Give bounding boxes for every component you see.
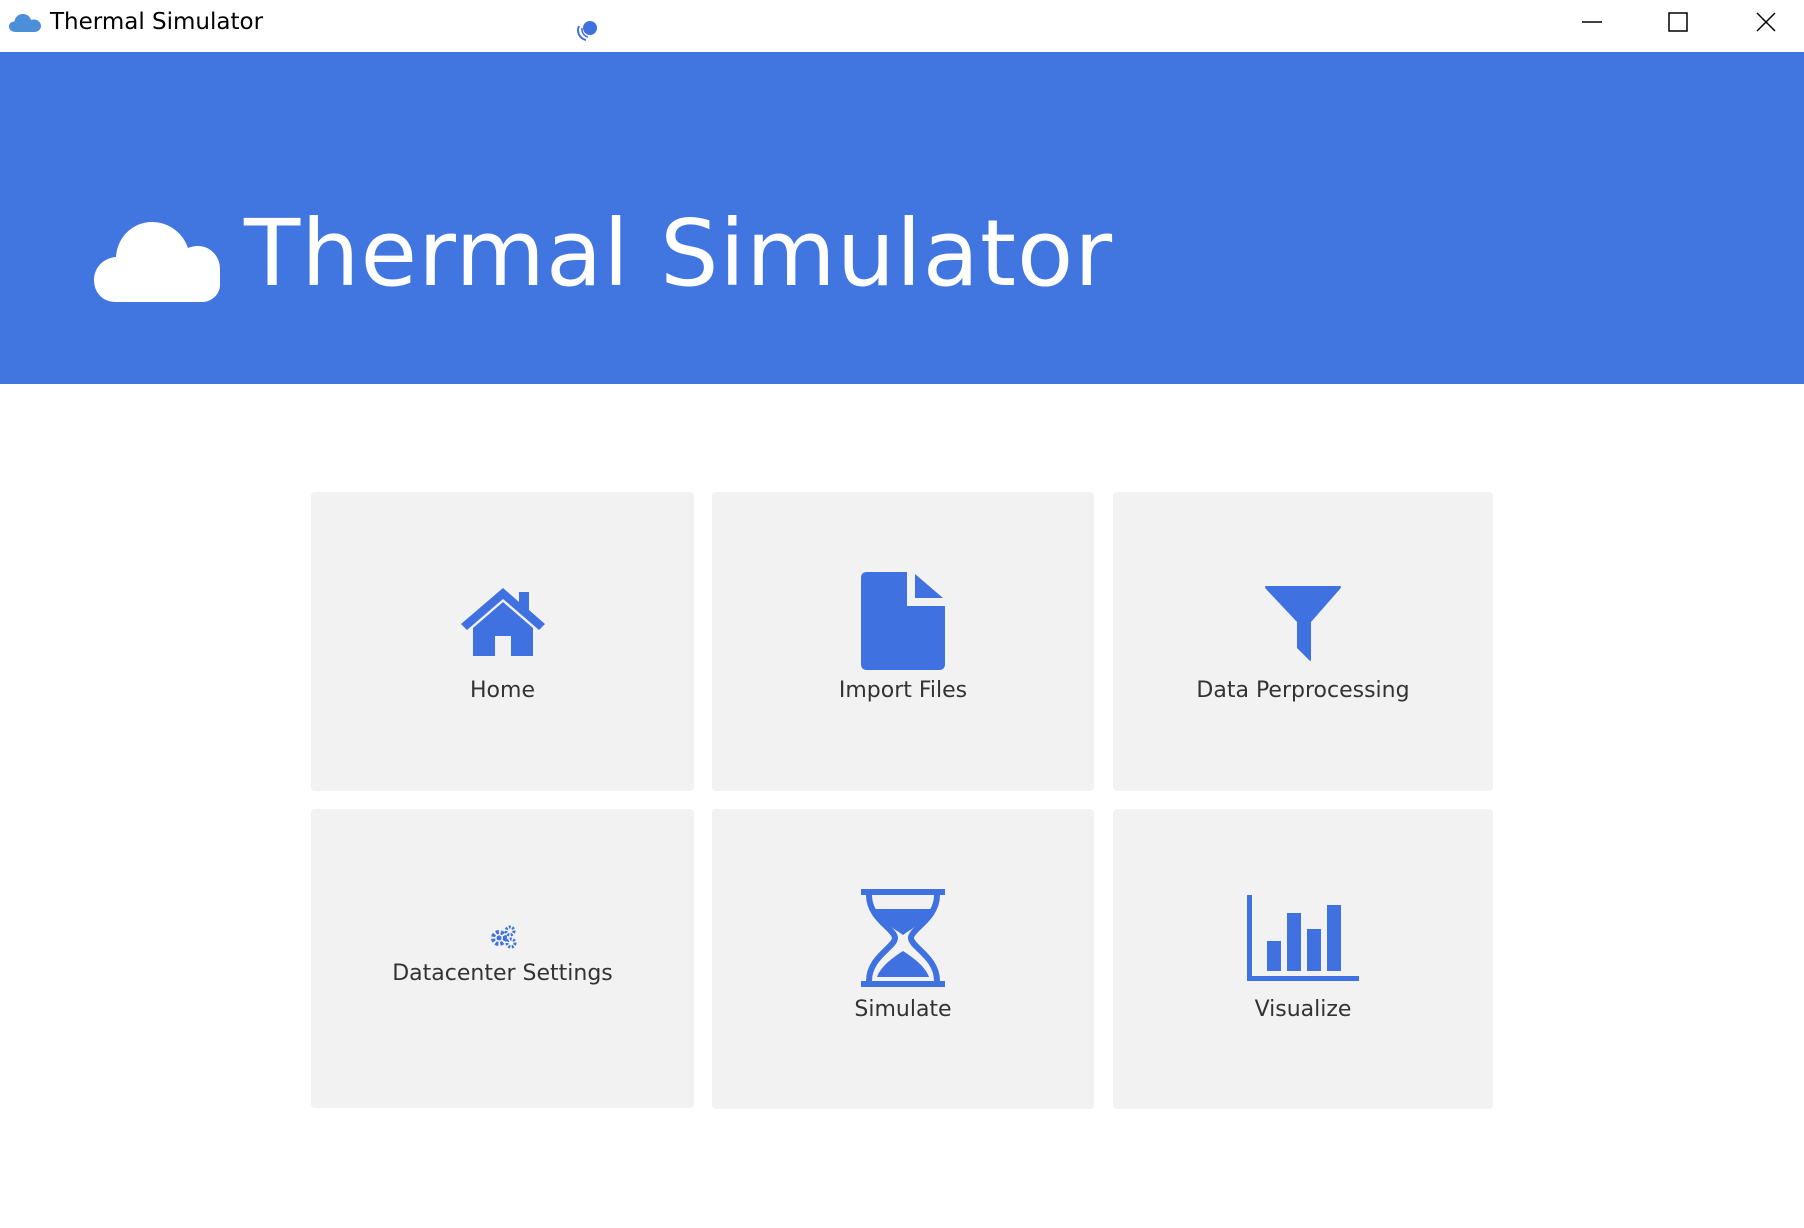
close-button[interactable]	[1722, 0, 1804, 44]
maximize-button[interactable]	[1634, 0, 1722, 44]
close-icon	[1756, 12, 1776, 32]
header-banner: Thermal Simulator	[0, 52, 1804, 384]
maximize-icon	[1668, 12, 1688, 32]
bar-chart-icon	[1247, 895, 1359, 981]
tile-visualize[interactable]: Visualize	[1113, 809, 1493, 1109]
tile-data-preprocessing[interactable]: Data Perprocessing	[1113, 492, 1493, 791]
tile-label-simulate: Simulate	[854, 997, 952, 1022]
cloud-icon	[94, 222, 220, 302]
tile-label-home: Home	[470, 678, 535, 703]
tile-label-visualize: Visualize	[1254, 997, 1352, 1022]
tile-label-datacenter-settings: Datacenter Settings	[392, 961, 613, 986]
app-title: Thermal Simulator	[244, 200, 1114, 307]
cloud-icon	[9, 14, 41, 32]
tile-import-files[interactable]: Import Files	[712, 492, 1094, 791]
minimize-icon	[1582, 21, 1602, 23]
tile-label-data-preprocessing: Data Perprocessing	[1196, 678, 1410, 703]
gears-icon	[490, 925, 516, 949]
busy-cursor-icon	[577, 21, 597, 41]
tile-simulate[interactable]: Simulate	[712, 809, 1094, 1109]
tile-label-import-files: Import Files	[838, 678, 968, 703]
hourglass-icon	[861, 889, 945, 987]
filter-icon	[1265, 586, 1341, 661]
file-icon	[861, 572, 945, 670]
window-title: Thermal Simulator	[50, 9, 264, 35]
title-bar: Thermal Simulator	[0, 0, 1804, 52]
tile-datacenter-settings[interactable]: Datacenter Settings	[311, 809, 694, 1108]
home-icon	[460, 588, 545, 656]
minimize-button[interactable]	[1548, 0, 1636, 44]
tile-home[interactable]: Home	[311, 492, 694, 791]
